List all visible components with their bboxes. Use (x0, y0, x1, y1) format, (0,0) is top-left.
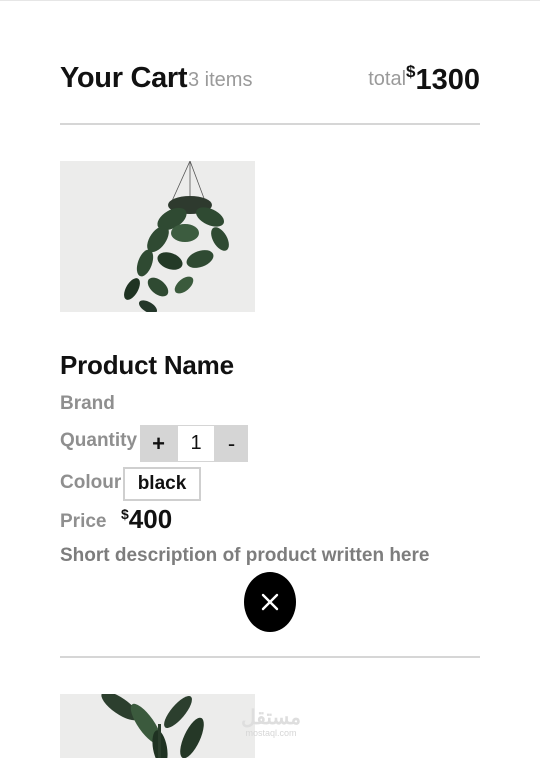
item-divider (60, 656, 480, 658)
header-divider (60, 123, 480, 125)
product-description: Short description of product written her… (60, 545, 430, 566)
product-name: Product Name (60, 350, 234, 380)
cart-item-count: 3 items (188, 69, 253, 91)
price-value: 400 (128, 504, 173, 534)
total-label: total (368, 68, 407, 90)
colour-select[interactable]: black (123, 467, 201, 501)
price-currency: $ (121, 506, 129, 522)
quantity-increment-button[interactable]: + (140, 425, 177, 462)
cart-header: Your Cart 3 items total$1300 (60, 62, 480, 102)
top-border (0, 0, 540, 1)
remove-item-button[interactable] (244, 572, 296, 632)
cart-title: Your Cart (60, 62, 188, 94)
quantity-stepper: + 1 - (140, 425, 248, 462)
watermark-text: مستقل (241, 707, 301, 729)
cart-total: total$1300 (368, 62, 480, 97)
quantity-value[interactable]: 1 (177, 425, 215, 462)
brand-label: Brand (60, 393, 115, 414)
close-icon (261, 593, 279, 611)
hanging-plant-image (60, 161, 255, 312)
quantity-label: Quantity (60, 430, 138, 451)
watermark-subtext: mostaql.com (245, 728, 297, 738)
potted-plant-image (60, 694, 255, 758)
colour-label: Colour (60, 472, 122, 493)
quantity-decrement-button[interactable]: - (215, 425, 248, 462)
total-value: 1300 (415, 64, 480, 96)
price-label: Price (60, 511, 107, 532)
watermark: مستقل mostaql.com (236, 708, 306, 738)
price: $400 (121, 504, 172, 535)
